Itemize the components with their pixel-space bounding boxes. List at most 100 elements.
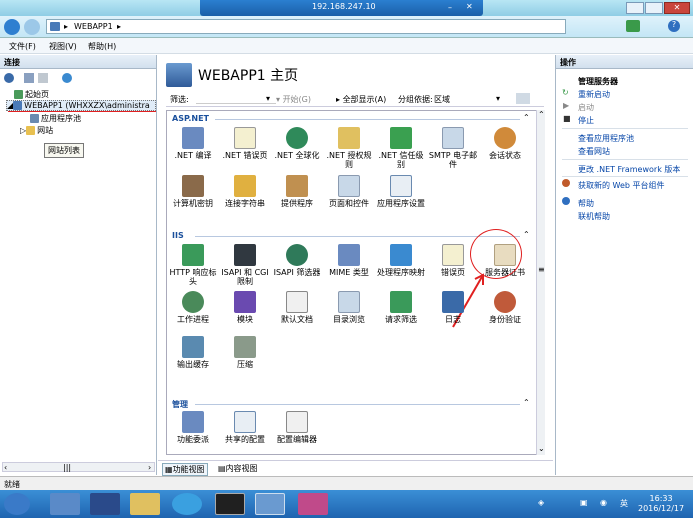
feature-providers[interactable]: 提供程序 bbox=[271, 175, 323, 208]
scroll-thumb[interactable]: ||| bbox=[63, 463, 71, 472]
feature-directory-browsing[interactable]: 目录浏览 bbox=[323, 291, 375, 324]
menu-help[interactable]: 帮助(H) bbox=[88, 41, 116, 52]
view-mode-button[interactable] bbox=[516, 93, 530, 104]
help-icon[interactable]: ? bbox=[668, 20, 680, 32]
close-button[interactable]: ✕ bbox=[664, 2, 690, 14]
filter-dropdown-icon[interactable]: ▾ bbox=[266, 94, 270, 103]
tab-features-view[interactable]: ▦功能视图 bbox=[162, 463, 208, 476]
feature-pages-controls[interactable]: 页面和控件 bbox=[323, 175, 375, 208]
provider-icon bbox=[286, 175, 308, 197]
back-button[interactable] bbox=[4, 19, 20, 35]
feature-delegation[interactable]: 功能委派 bbox=[167, 411, 219, 444]
feature-net-trust-levels[interactable]: .NET 信任级别 bbox=[375, 127, 427, 169]
feature-app-settings[interactable]: 应用程序设置 bbox=[375, 175, 427, 208]
feature-isapi-cgi-restrictions[interactable]: ISAPI 和 CGI 限制 bbox=[219, 244, 271, 286]
action-change-net-framework[interactable]: 更改 .NET Framework 版本 bbox=[578, 164, 680, 175]
filter-input[interactable] bbox=[196, 93, 276, 104]
scroll-right-arrow[interactable]: › bbox=[148, 463, 151, 472]
up-icon[interactable] bbox=[38, 73, 48, 83]
feature-authentication[interactable]: 身份验证 bbox=[479, 291, 531, 324]
feature-logging[interactable]: 日志 bbox=[427, 291, 479, 324]
action-start[interactable]: 启动 bbox=[578, 102, 594, 113]
refresh-icon[interactable] bbox=[626, 20, 640, 32]
action-help[interactable]: 帮助 bbox=[578, 198, 594, 209]
collapse-group-icon[interactable]: ⌃ bbox=[523, 398, 530, 407]
actions-header: 操作 bbox=[556, 55, 693, 69]
feature-net-globalization[interactable]: .NET 全球化 bbox=[271, 127, 323, 160]
tray-network-icon[interactable]: ▣ bbox=[580, 498, 588, 507]
group-by-dropdown-icon[interactable]: ▾ bbox=[496, 94, 500, 103]
action-view-app-pools[interactable]: 查看应用程序池 bbox=[578, 133, 634, 144]
feature-http-response-headers[interactable]: HTTP 响应标头 bbox=[167, 244, 219, 286]
explorer-taskbar-icon[interactable] bbox=[130, 493, 160, 515]
globe-icon[interactable] bbox=[62, 73, 72, 83]
feature-net-error-pages[interactable]: .NET 错误页 bbox=[219, 127, 271, 160]
scroll-down-arrow[interactable]: ⌄ bbox=[538, 444, 545, 453]
ie-taskbar-icon[interactable] bbox=[172, 493, 202, 515]
restart-icon: ↻ bbox=[562, 88, 569, 97]
tab-content-view[interactable]: ▤内容视图 bbox=[216, 463, 260, 474]
start-filter-button[interactable]: ▾ 开始(G) bbox=[276, 94, 311, 105]
feature-output-caching[interactable]: 输出缓存 bbox=[167, 336, 219, 369]
app-taskbar-icon[interactable] bbox=[298, 493, 328, 515]
address-path-box[interactable]: ▸ WEBAPP1 ▸ bbox=[46, 19, 566, 34]
feature-shared-configuration[interactable]: 共享的配置 bbox=[219, 411, 271, 444]
action-view-sites[interactable]: 查看网站 bbox=[578, 146, 610, 157]
feature-session-state[interactable]: 会话状态 bbox=[479, 127, 531, 160]
feature-configuration-editor[interactable]: 配置编辑器 bbox=[271, 411, 323, 444]
action-online-help[interactable]: 联机帮助 bbox=[578, 211, 610, 222]
feature-modules[interactable]: 模块 bbox=[219, 291, 271, 324]
rdp-close-button[interactable]: ✕ bbox=[466, 2, 476, 12]
group-header-management[interactable]: 管理 bbox=[172, 399, 188, 410]
feature-compression[interactable]: 压缩 bbox=[219, 336, 271, 369]
iis-manager-taskbar-icon[interactable] bbox=[255, 493, 285, 515]
scroll-left-arrow[interactable]: ‹ bbox=[4, 463, 7, 472]
path-crumb-webapp1[interactable]: WEBAPP1 bbox=[74, 22, 113, 31]
maximize-button[interactable] bbox=[645, 2, 663, 14]
feature-connection-strings[interactable]: 连接字符串 bbox=[219, 175, 271, 208]
scroll-up-arrow[interactable]: ⌃ bbox=[538, 110, 545, 119]
cmd-taskbar-icon[interactable] bbox=[215, 493, 245, 515]
feature-mime-types[interactable]: MIME 类型 bbox=[323, 244, 375, 277]
feature-isapi-filters[interactable]: ISAPI 筛选器 bbox=[271, 244, 323, 277]
tree-item-server[interactable]: ◢ WEBAPP1 (WHXXZX\administra bbox=[6, 100, 156, 111]
menu-view[interactable]: 视图(V) bbox=[49, 41, 77, 52]
group-divider bbox=[195, 404, 520, 405]
group-header-iis[interactable]: IIS bbox=[172, 231, 184, 240]
menu-file[interactable]: 文件(F) bbox=[9, 41, 36, 52]
show-all-button[interactable]: ▸ 全部显示(A) bbox=[336, 94, 386, 105]
tray-language-indicator[interactable]: 英 bbox=[620, 498, 628, 509]
left-horizontal-scrollbar[interactable]: ‹ ||| › bbox=[2, 462, 155, 472]
clock[interactable]: 16:33 2016/12/17 bbox=[638, 494, 684, 514]
feature-default-document[interactable]: 默认文档 bbox=[271, 291, 323, 324]
collapse-group-icon[interactable]: ⌃ bbox=[523, 113, 530, 122]
action-restart[interactable]: 重新启动 bbox=[578, 89, 610, 100]
server-manager-taskbar-icon[interactable] bbox=[50, 493, 80, 515]
tree-item-app-pools[interactable]: 应用程序池 bbox=[30, 113, 81, 124]
save-icon[interactable] bbox=[24, 73, 34, 83]
feature-net-authorization[interactable]: .NET 授权规则 bbox=[323, 127, 375, 169]
powershell-taskbar-icon[interactable] bbox=[90, 493, 120, 515]
tray-security-icon[interactable]: ◈ bbox=[538, 498, 544, 507]
feature-request-filtering[interactable]: 请求筛选 bbox=[375, 291, 427, 324]
feature-net-compilation[interactable]: .NET 编译 bbox=[167, 127, 219, 160]
tree-item-start-page[interactable]: 起始页 bbox=[14, 89, 49, 100]
action-get-web-platform-components[interactable]: 获取新的 Web 平台组件 bbox=[578, 180, 665, 191]
minimize-button[interactable] bbox=[626, 2, 644, 14]
scroll-thumb[interactable]: ≡ bbox=[538, 265, 545, 274]
group-header-aspnet[interactable]: ASP.NET bbox=[172, 114, 209, 123]
collapse-group-icon[interactable]: ⌃ bbox=[523, 230, 530, 239]
tree-item-sites[interactable]: ▷ 网站 bbox=[20, 125, 53, 136]
rdp-minimize-button[interactable]: – bbox=[448, 3, 458, 12]
connect-icon[interactable] bbox=[4, 73, 14, 83]
tray-volume-icon[interactable]: ◉ bbox=[600, 498, 607, 507]
feature-smtp-email[interactable]: SMTP 电子邮件 bbox=[427, 127, 479, 169]
forward-button[interactable] bbox=[24, 19, 40, 35]
features-vertical-scrollbar[interactable]: ⌃ ≡ ⌄ bbox=[536, 110, 545, 455]
feature-machine-key[interactable]: 计算机密钥 bbox=[167, 175, 219, 208]
feature-handler-mappings[interactable]: 处理程序映射 bbox=[375, 244, 427, 277]
group-by-select[interactable]: 区域 bbox=[434, 94, 450, 105]
feature-worker-processes[interactable]: 工作进程 bbox=[167, 291, 219, 324]
start-button[interactable] bbox=[4, 493, 30, 515]
action-stop[interactable]: 停止 bbox=[578, 115, 594, 126]
